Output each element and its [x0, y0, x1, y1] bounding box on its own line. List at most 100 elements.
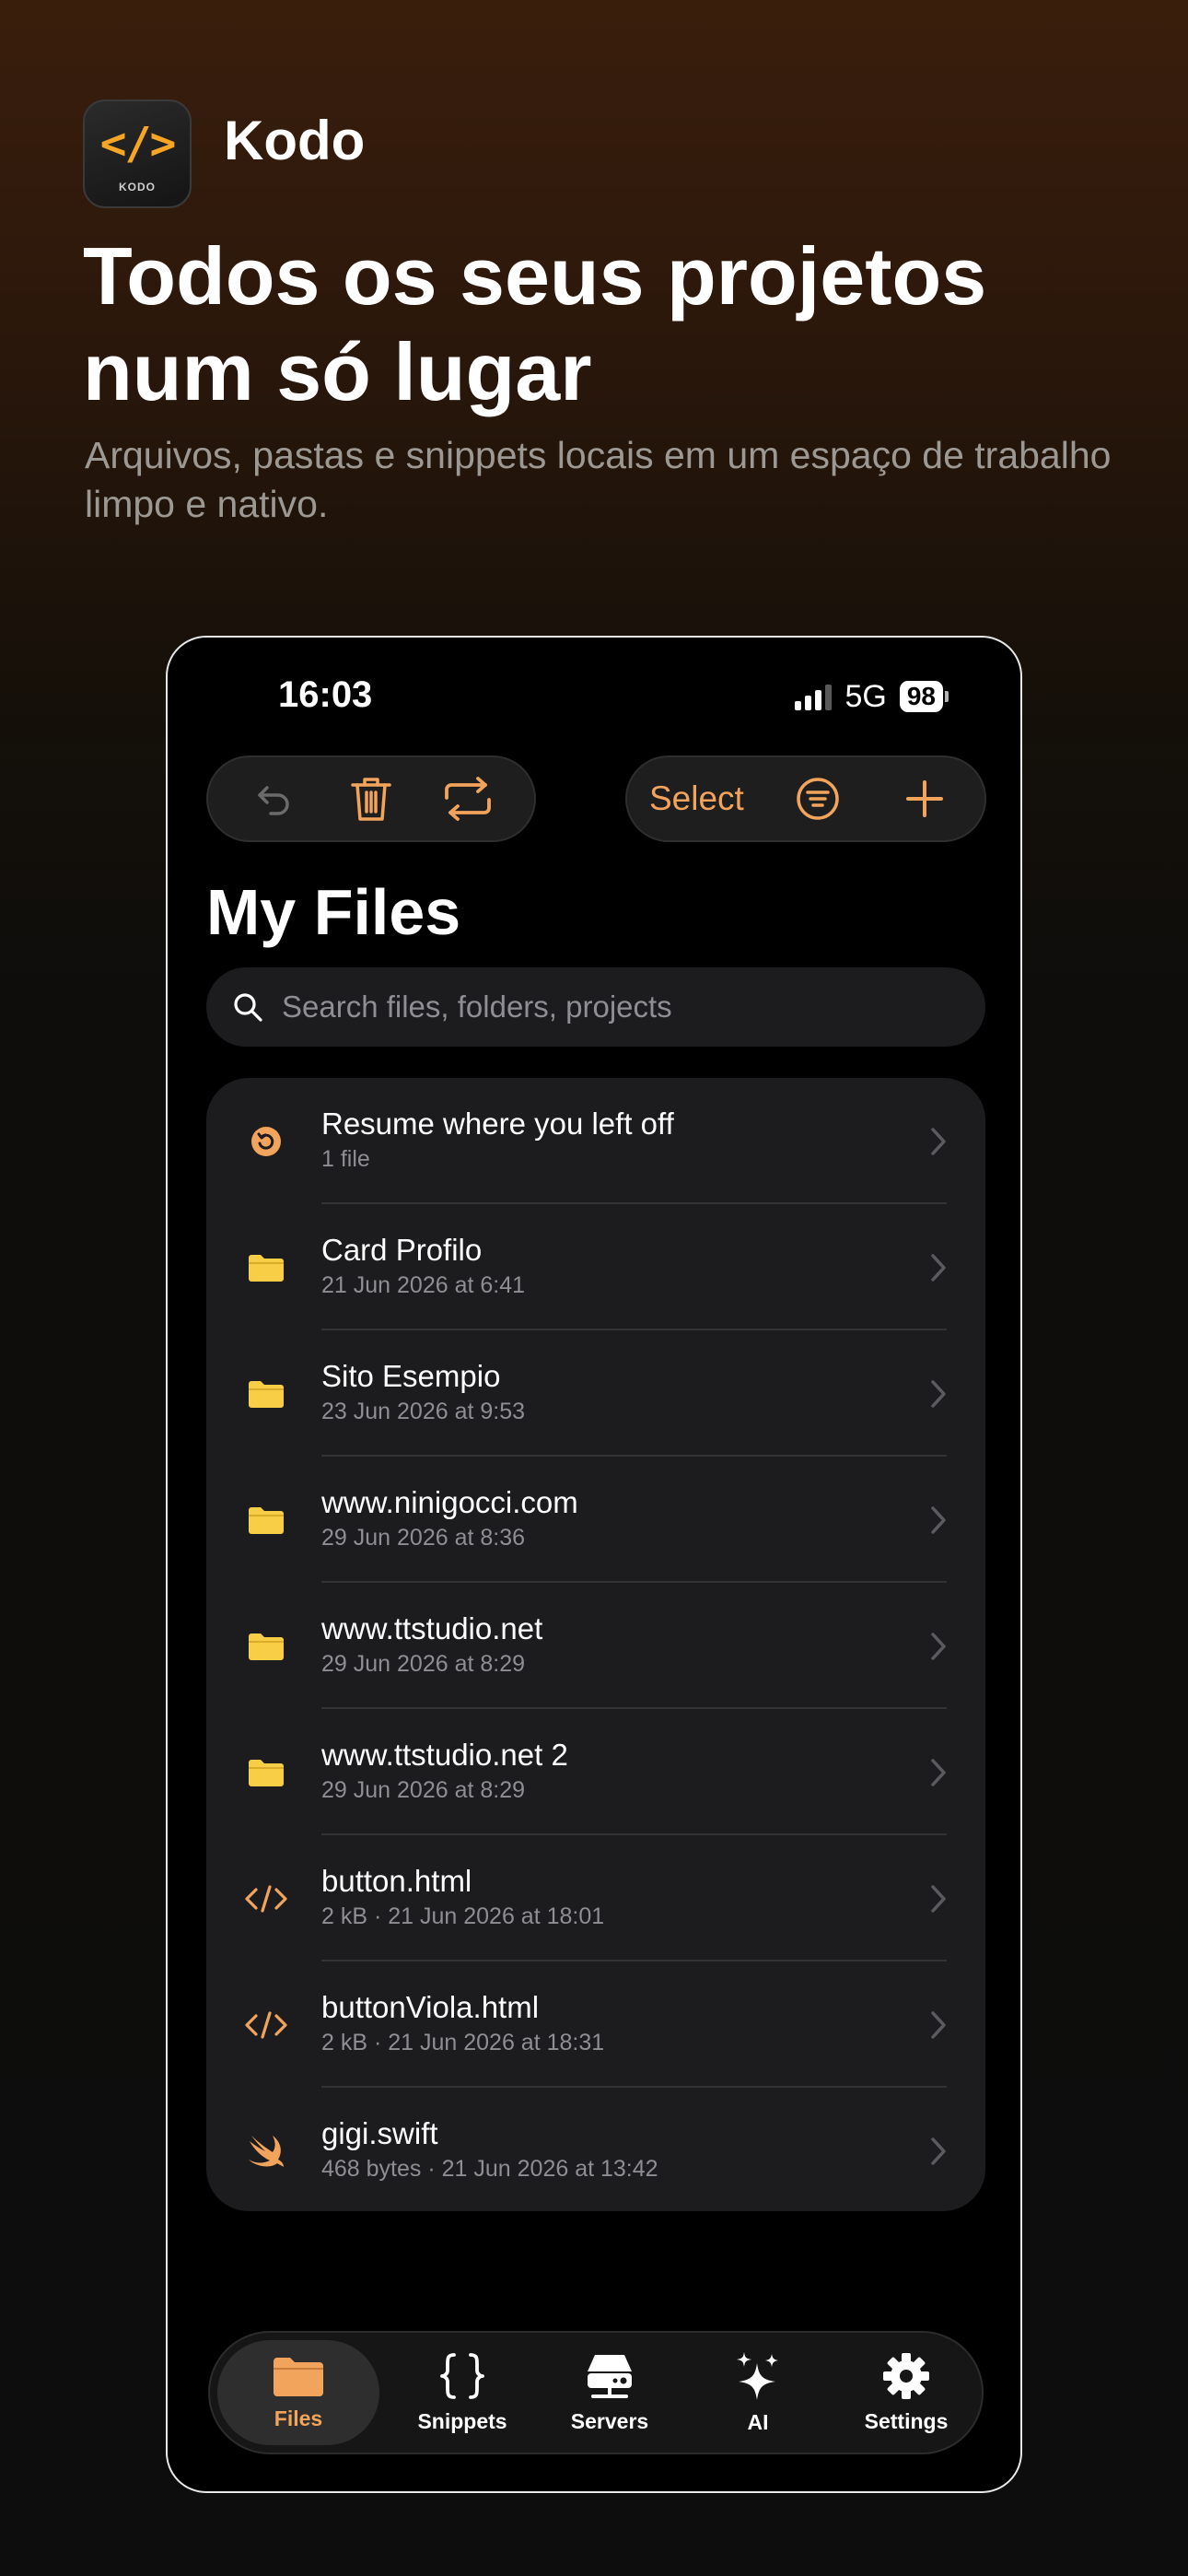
chevron-right-icon — [930, 1884, 947, 1918]
sort-button[interactable] — [786, 767, 850, 831]
list-item-name: www.ttstudio.net — [321, 1611, 543, 1645]
list-item-meta: 468 bytes · 21 Jun 2026 at 13:42 — [321, 2156, 658, 2182]
list-item-meta: 1 file — [321, 1146, 370, 1172]
status-indicators: 5G 98 — [795, 674, 949, 719]
list-item[interactable]: www.ninigocci.com 29 Jun 2026 at 8:36 — [206, 1457, 985, 1583]
repeat-icon — [444, 777, 491, 821]
tab-bar: Files Snippets Servers AI Settings — [208, 2331, 984, 2454]
signal-icon — [795, 683, 833, 710]
list-item-meta: 21 Jun 2026 at 6:41 — [321, 1272, 526, 1298]
chevron-right-icon — [930, 1632, 947, 1666]
subheadline: Arquivos, pastas e snippets locais em um… — [85, 434, 1112, 525]
chevron-right-icon — [930, 1379, 947, 1413]
resume-icon — [241, 1117, 291, 1166]
chevron-right-icon — [930, 1758, 947, 1792]
list-item[interactable]: button.html 2 kB · 21 Jun 2026 at 18:01 — [206, 1835, 985, 1961]
chevron-right-icon — [930, 2137, 947, 2171]
list-item-name: Sito Esempio — [321, 1359, 501, 1393]
select-button[interactable]: Select — [649, 779, 744, 818]
app-icon: </> KODO — [83, 100, 192, 208]
add-button[interactable] — [892, 767, 957, 831]
tab-label: AI — [747, 2410, 769, 2434]
search-bar[interactable] — [206, 967, 985, 1047]
list-item[interactable]: Card Profilo 21 Jun 2026 at 6:41 — [206, 1204, 985, 1330]
app-name: Kodo — [224, 110, 366, 171]
tab-label: Settings — [864, 2409, 949, 2433]
move-button[interactable] — [436, 767, 500, 831]
list-item-text: button.html 2 kB · 21 Jun 2026 at 18:01 — [321, 1863, 604, 1931]
delete-button[interactable] — [339, 767, 403, 831]
network-label: 5G — [844, 678, 887, 714]
file-list: Resume where you left off 1 file Card Prof… — [206, 1078, 985, 2211]
list-item-meta: 23 Jun 2026 at 9:53 — [321, 1399, 526, 1424]
tab-files[interactable]: Files — [217, 2340, 379, 2445]
list-item-name: Card Profilo — [321, 1233, 483, 1267]
code-icon — [241, 2000, 291, 2050]
list-item[interactable]: www.ttstudio.net 2 29 Jun 2026 at 8:29 — [206, 1709, 985, 1835]
list-item-meta: 2 kB · 21 Jun 2026 at 18:31 — [321, 2030, 605, 2055]
battery-level: 98 — [899, 681, 943, 712]
plus-icon — [906, 780, 943, 817]
edit-toolbar — [206, 755, 536, 842]
server-icon — [584, 2351, 635, 2406]
list-item-text: Resume where you left off 1 file — [321, 1106, 674, 1174]
folder-icon — [241, 1243, 291, 1293]
list-item-text: Sito Esempio 23 Jun 2026 at 9:53 — [321, 1358, 525, 1426]
chevron-right-icon — [930, 2010, 947, 2044]
tab-settings[interactable]: Settings — [825, 2340, 987, 2445]
sparkles-icon — [733, 2350, 783, 2406]
page-title: My Files — [206, 876, 461, 948]
list-item-meta: 2 kB · 21 Jun 2026 at 18:01 — [321, 1903, 605, 1929]
undo-icon — [258, 786, 290, 815]
tab-label: Servers — [570, 2409, 649, 2433]
trash-icon — [351, 778, 391, 821]
search-input[interactable] — [280, 989, 947, 1025]
chevron-right-icon — [930, 1253, 947, 1287]
battery-icon: 98 — [899, 681, 949, 712]
status-time: 16:03 — [278, 674, 373, 715]
tab-servers[interactable]: Servers — [529, 2340, 691, 2445]
list-item-meta: 29 Jun 2026 at 8:36 — [321, 1525, 526, 1551]
gear-icon — [881, 2351, 931, 2406]
list-item[interactable]: buttonViola.html 2 kB · 21 Jun 2026 at 18… — [206, 1961, 985, 2088]
undo-button[interactable] — [242, 767, 307, 831]
phone-screen: 16:03 5G 98 Select My Files Search files… — [166, 636, 1022, 2493]
list-item[interactable]: gigi.swift 468 bytes · 21 Jun 2026 at 13:… — [206, 2088, 985, 2211]
swift-icon — [241, 2126, 291, 2176]
list-item-text: buttonViola.html 2 kB · 21 Jun 2026 at 18… — [321, 1989, 604, 2057]
list-item-text: gigi.swift 468 bytes · 21 Jun 2026 at 13:… — [321, 2115, 658, 2184]
files-icon — [272, 2354, 325, 2403]
list-item-meta: 29 Jun 2026 at 8:29 — [321, 1777, 526, 1803]
tab-label: Snippets — [417, 2409, 507, 2433]
headline: Todos os seus projetos num só lugar — [83, 230, 987, 417]
list-item-meta: 29 Jun 2026 at 8:29 — [321, 1651, 526, 1677]
list-item-name: www.ttstudio.net 2 — [321, 1738, 568, 1772]
list-item-name: gigi.swift — [321, 2116, 438, 2150]
list-item-name: www.ninigocci.com — [321, 1485, 578, 1519]
list-item[interactable]: Resume where you left off 1 file — [206, 1078, 985, 1204]
code-icon — [241, 1874, 291, 1924]
filter-icon — [797, 778, 840, 820]
search-icon — [234, 993, 262, 1022]
list-item[interactable]: Sito Esempio 23 Jun 2026 at 9:53 — [206, 1330, 985, 1457]
folder-icon — [241, 1748, 291, 1797]
app-icon-glyph: </> — [99, 118, 177, 170]
folder-icon — [241, 1369, 291, 1419]
folder-icon — [241, 1622, 291, 1671]
list-item-text: www.ninigocci.com 29 Jun 2026 at 8:36 — [321, 1484, 578, 1552]
folder-icon — [241, 1495, 291, 1545]
chevron-right-icon — [930, 1505, 947, 1540]
tab-snippets[interactable]: Snippets — [381, 2340, 543, 2445]
list-item-text: Card Profilo 21 Jun 2026 at 6:41 — [321, 1232, 525, 1300]
braces-icon — [438, 2351, 486, 2406]
app-icon-tag: KODO — [119, 181, 156, 193]
list-item-text: www.ttstudio.net 29 Jun 2026 at 8:29 — [321, 1610, 542, 1679]
list-item-name: buttonViola.html — [321, 1990, 540, 2024]
list-item-name: button.html — [321, 1864, 472, 1898]
list-item-name: Resume where you left off — [321, 1107, 674, 1141]
list-item-text: www.ttstudio.net 2 29 Jun 2026 at 8:29 — [321, 1737, 568, 1805]
list-item[interactable]: www.ttstudio.net 29 Jun 2026 at 8:29 — [206, 1583, 985, 1709]
tab-ai[interactable]: AI — [677, 2340, 839, 2445]
actions-toolbar: Select — [625, 755, 986, 842]
tab-label: Files — [274, 2406, 323, 2430]
